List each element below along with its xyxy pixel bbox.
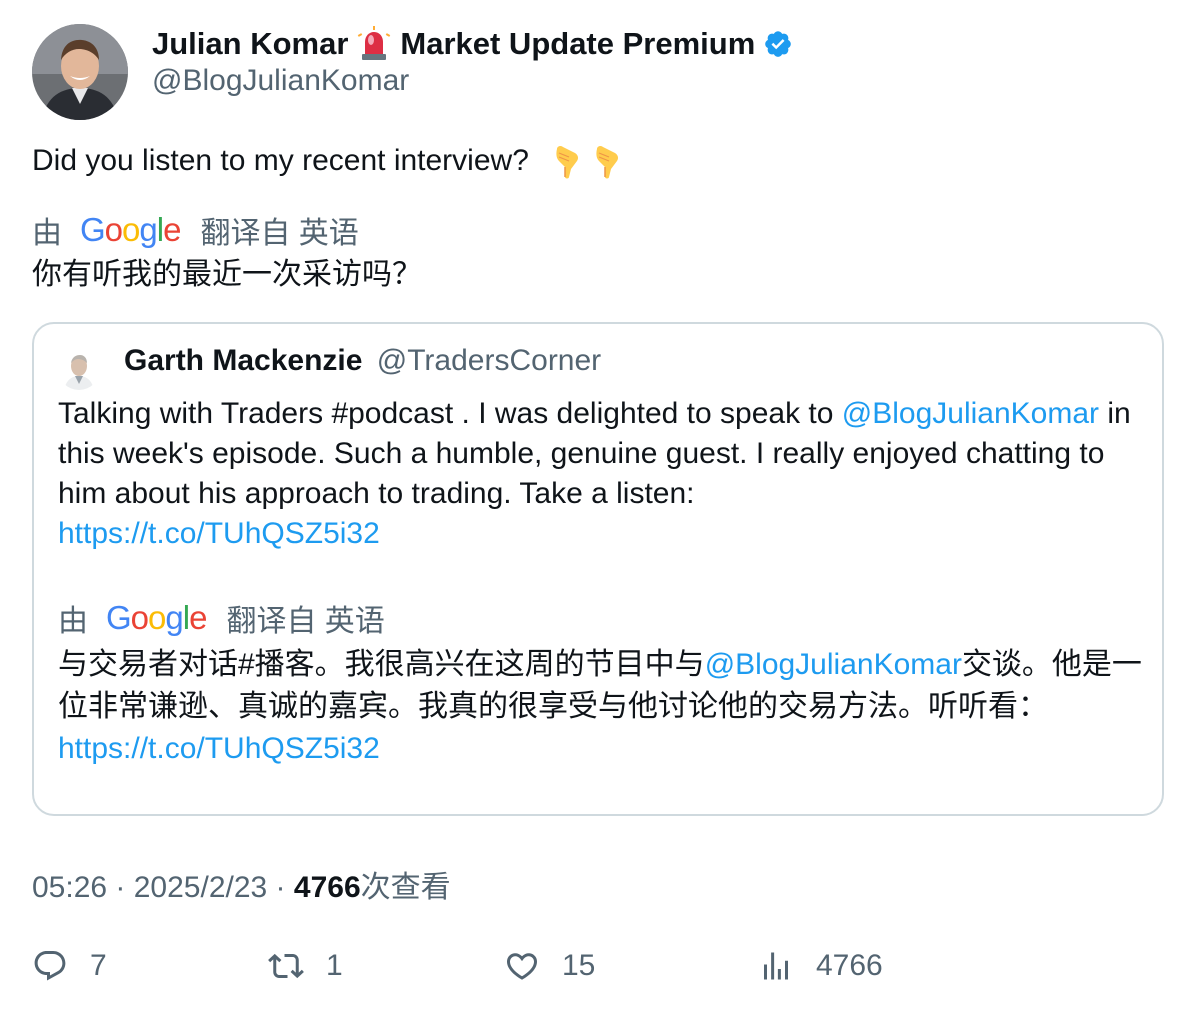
reply-button[interactable]: 7 xyxy=(32,948,107,984)
translated-tweet-text: 你有听我的最近一次采访吗？ xyxy=(32,258,422,291)
pointing-down-hand-icon xyxy=(589,143,625,179)
author-handle[interactable]: @BlogJulianKomar xyxy=(152,64,409,98)
views-action-count: 4766 xyxy=(816,949,883,982)
translated-by-label: 由 xyxy=(32,217,62,250)
analytics-icon xyxy=(764,952,788,980)
views-button[interactable]: 4766 xyxy=(758,948,883,984)
pointing-down-hands xyxy=(545,143,625,179)
tweet-text: Did you listen to my recent interview? xyxy=(32,140,625,182)
author-avatar[interactable] xyxy=(32,24,128,120)
google-logo[interactable]: Google xyxy=(106,599,207,637)
verified-badge-icon[interactable] xyxy=(763,29,793,59)
quoted-translated-part1: 与交易者对话#播客。我很高兴在这周的节目中与 xyxy=(58,648,705,681)
heart-icon xyxy=(506,953,538,980)
tweet-actions: 7 1 15 4766 xyxy=(32,948,1162,992)
quoted-author-row[interactable]: Garth Mackenzie @TradersCorner xyxy=(124,344,601,378)
tweet-meta: 05:26 · 2025/2/23 · 4766次查看 xyxy=(32,871,451,904)
quoted-translated-mention-link[interactable]: @BlogJulianKomar xyxy=(705,648,962,681)
author-display-name[interactable]: Julian Komar xyxy=(152,26,348,62)
like-count: 15 xyxy=(562,949,596,982)
repost-button[interactable]: 1 xyxy=(268,948,343,984)
pointing-down-hand-icon xyxy=(549,143,585,179)
translated-by-google[interactable]: 由 Google 翻译自 英语 xyxy=(32,208,359,252)
translated-from-label: 翻译自 英语 xyxy=(200,217,359,250)
quoted-author-handle[interactable]: @TradersCorner xyxy=(377,344,601,377)
quoted-tweet-text: Talking with Traders #podcast . I was de… xyxy=(58,394,1148,554)
views-count: 4766 xyxy=(293,871,361,904)
tweet-time[interactable]: 05:26 xyxy=(32,871,107,904)
quoted-translated-url-link[interactable]: https://t.co/TUhQSZ5i32 xyxy=(58,732,380,765)
views-label: 次查看 xyxy=(360,871,451,904)
quoted-text-part1: Talking with Traders #podcast . I was de… xyxy=(58,397,842,430)
tweet-date[interactable]: 2025/2/23 xyxy=(134,871,267,904)
quoted-author-name[interactable]: Garth Mackenzie xyxy=(124,344,362,377)
reply-count: 7 xyxy=(90,949,107,982)
author-name-row[interactable]: Julian Komar Market Update Premium xyxy=(152,24,793,64)
quoted-author-avatar[interactable] xyxy=(58,348,100,390)
quoted-mention-link[interactable]: @BlogJulianKomar xyxy=(842,397,1099,430)
tweet-header: Julian Komar Market Update Premium @Blog… xyxy=(32,24,1162,120)
author-display-name-suffix[interactable]: Market Update Premium xyxy=(400,26,755,62)
repost-count: 1 xyxy=(326,949,343,982)
google-logo[interactable]: Google xyxy=(80,211,181,249)
repost-icon xyxy=(268,953,304,979)
translated-from-label: 翻译自 英语 xyxy=(226,605,385,638)
siren-icon xyxy=(356,26,392,62)
like-button[interactable]: 15 xyxy=(504,948,595,984)
quoted-translated-text: 与交易者对话#播客。我很高兴在这周的节目中与@BlogJulianKomar交谈… xyxy=(58,644,1148,770)
translated-by-label: 由 xyxy=(58,605,88,638)
tweet-text-content: Did you listen to my recent interview? xyxy=(32,144,529,177)
quoted-tweet[interactable]: Garth Mackenzie @TradersCorner Talking w… xyxy=(32,322,1164,816)
reply-icon xyxy=(34,951,66,981)
quoted-translated-by-google[interactable]: 由 Google 翻译自 英语 xyxy=(58,596,385,640)
quoted-url-link[interactable]: https://t.co/TUhQSZ5i32 xyxy=(58,517,380,550)
